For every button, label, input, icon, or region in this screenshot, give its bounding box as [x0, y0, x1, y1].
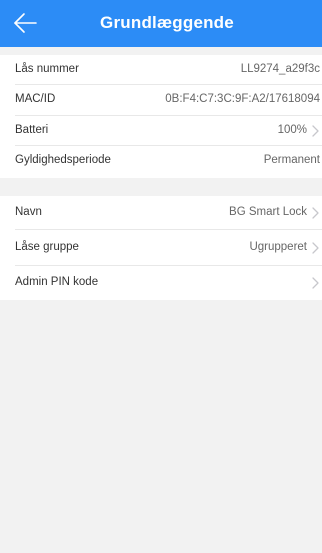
battery-label: Batteri — [15, 124, 49, 136]
validity-label: Gyldighedsperiode — [15, 154, 111, 166]
lock-settings-section: Navn BG Smart Lock Låse gruppe Ugruppere… — [0, 196, 322, 300]
battery-value: 100% — [277, 124, 307, 136]
mac-id-row: MAC/ID 0B:F4:C7:3C:9F:A2/17618094 — [0, 85, 322, 116]
lock-info-section: Lås nummer LL9274_a29f3c MAC/ID 0B:F4:C7… — [0, 55, 322, 178]
name-value: BG Smart Lock — [229, 206, 307, 218]
lock-group-label: Låse gruppe — [15, 241, 79, 253]
page-title: Grundlæggende — [100, 13, 234, 32]
admin-pin-row[interactable]: Admin PIN kode — [0, 266, 322, 300]
chevron-right-icon — [312, 207, 319, 219]
mac-id-value: 0B:F4:C7:3C:9F:A2/17618094 — [165, 93, 320, 105]
chevron-right-icon — [312, 277, 319, 289]
lock-group-value: Ugrupperet — [249, 241, 307, 253]
app-screen: Grundlæggende Lås nummer LL9274_a29f3c M… — [0, 0, 322, 553]
lock-number-label: Lås nummer — [15, 63, 79, 75]
validity-row: Gyldighedsperiode Permanent — [0, 146, 322, 178]
chevron-right-icon — [312, 242, 319, 254]
nav-bar: Grundlæggende — [0, 0, 322, 47]
lock-group-row[interactable]: Låse gruppe Ugrupperet — [0, 230, 322, 266]
admin-pin-label: Admin PIN kode — [15, 276, 99, 288]
mac-id-label: MAC/ID — [15, 93, 56, 105]
battery-row[interactable]: Batteri 100% — [0, 116, 322, 146]
name-row[interactable]: Navn BG Smart Lock — [0, 196, 322, 230]
lock-number-row: Lås nummer LL9274_a29f3c — [0, 55, 322, 85]
name-label: Navn — [15, 206, 42, 218]
lock-number-value: LL9274_a29f3c — [240, 63, 320, 75]
chevron-right-icon — [312, 125, 319, 137]
validity-value: Permanent — [263, 154, 320, 166]
